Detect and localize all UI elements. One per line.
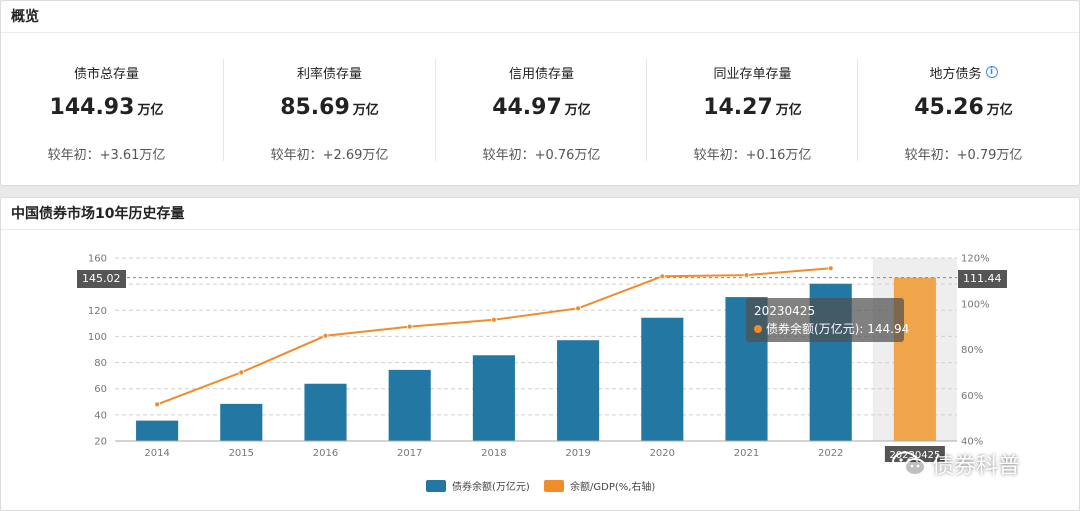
x-tick-label: 2020 [650,448,675,459]
stat-change: 较年初：+2.69万亿 [270,148,389,163]
stat-label: 利率债存量 [296,67,362,82]
stat-value: 144.93 [49,95,135,120]
x-tick-label: 2014 [144,448,169,459]
x-tick-label: 2019 [565,448,590,459]
bar [557,340,600,441]
gdp-ratio-point [154,401,161,408]
stat-change: 较年初：+0.79万亿 [904,148,1023,163]
stat-unit: 万亿 [564,103,591,118]
wechat-icon [892,451,926,476]
stat-local-debt[interactable]: 地方债务 i 45.26 万亿 较年初：+0.79万亿 [858,33,1069,186]
stat-ncd[interactable]: 同业存单存量 14.27 万亿 较年初：+0.16万亿 [647,33,858,186]
y-tick-label: 20 [94,437,107,448]
stat-label: 同业存单存量 [713,67,792,82]
x-tick-label: 2017 [397,448,422,459]
stat-value: 44.97 [492,95,562,120]
y-tick-label: 100 [88,332,107,343]
stat-change: 较年初：+0.76万亿 [482,148,601,163]
y-tick-label: 120 [88,306,107,317]
y-tick-label: 60 [94,384,107,395]
legend-label: 债券余额(万亿元) [452,482,530,493]
y-tick-label: 160 [88,254,107,265]
history-title: 中国债券市场10年历史存量 [1,198,1079,230]
y2-tick-label: 100% [961,299,990,310]
stat-unit: 万亿 [137,103,164,118]
chart-tooltip: 20230425 债券余额(万亿元): 144.94 [746,298,909,342]
overview-card: 概览 债市总存量 144.93 万亿 较年初：+3.61万亿 利率债存量 85.6… [0,0,1080,186]
stat-change: 较年初：+3.61万亿 [47,148,166,163]
legend-swatch-bar [426,479,446,492]
watermark-text: 债券科普 [932,454,1021,479]
stat-label: 信用债存量 [508,67,574,82]
legend-swatch-line [544,479,564,492]
tooltip-date: 20230425 [754,304,816,318]
stat-rate-bonds[interactable]: 利率债存量 85.69 万亿 较年初：+2.69万亿 [224,33,435,186]
bar [388,369,431,441]
gdp-ratio-point [743,272,750,279]
bar [304,383,347,441]
gdp-ratio-point [659,273,666,280]
x-tick-label: 2021 [734,448,759,459]
y-tick-label: 40 [94,410,107,421]
stat-label: 地方债务 [929,67,982,82]
gdp-ratio-point [490,316,497,323]
y2-tick-label: 120% [961,254,990,265]
stat-unit: 万亿 [986,103,1013,118]
stat-unit: 万亿 [352,103,379,118]
stat-label-row: 地方债务 i [858,63,1069,82]
legend-label: 余额/GDP(%,右轴) [570,482,656,493]
right-axis-pointer-tag: 111.44 [958,270,1007,288]
x-tick-label: 2018 [481,448,506,459]
tooltip-row: 债券余额(万亿元): 144.94 [754,320,909,338]
y2-tick-label: 80% [961,345,983,356]
stats-row: 债市总存量 144.93 万亿 较年初：+3.61万亿 利率债存量 85.69 万亿… [1,33,1080,186]
bar [472,355,515,441]
overview-title: 概览 [1,1,1079,33]
gdp-ratio-point [406,323,413,330]
stat-value: 14.27 [703,95,773,120]
x-tick-label: 2015 [229,448,254,459]
tooltip-value: 144.94 [867,322,910,336]
gdp-ratio-point [827,265,834,272]
gdp-ratio-point [575,305,581,312]
stat-credit-bonds[interactable]: 信用债存量 44.97 万亿 较年初：+0.76万亿 [436,33,647,186]
stat-total-bonds[interactable]: 债市总存量 144.93 万亿 较年初：+3.61万亿 [1,33,212,186]
stat-unit: 万亿 [775,103,802,118]
tooltip-series-dot [754,325,762,333]
y-tick-label: 80 [94,358,107,369]
legend-item-gdp-ratio[interactable]: 余额/GDP(%,右轴) [544,478,655,493]
stat-change: 较年初：+0.16万亿 [693,148,812,163]
x-tick-label: 2016 [313,448,338,459]
info-icon[interactable]: i [985,66,998,78]
bar [136,420,179,441]
gdp-ratio-point [322,332,329,339]
legend-item-bond-balance[interactable]: 债券余额(万亿元) [426,478,530,493]
tooltip-series: 债券余额(万亿元) [766,322,860,336]
x-tick-label: 2022 [818,448,843,459]
bar [641,317,684,441]
left-axis-pointer-tag: 145.02 [77,270,126,288]
stat-value: 85.69 [280,95,350,120]
bar [220,403,263,441]
stat-label: 债市总存量 [73,67,139,82]
gdp-ratio-point [238,369,245,376]
watermark: 债券科普 [892,446,1020,482]
stat-value: 45.26 [914,95,984,120]
y2-tick-label: 60% [961,391,983,402]
